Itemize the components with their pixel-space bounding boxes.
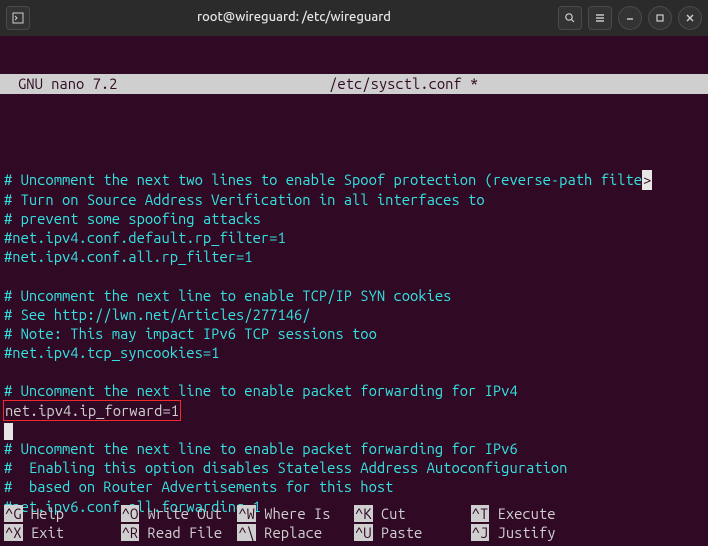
code-line: # Uncomment the next line to enable pack… [4,439,708,458]
help-cut[interactable]: ^K Cut [354,504,471,523]
help-whereis[interactable]: ^W Where Is [237,504,354,523]
terminal-icon [12,12,24,24]
window-title: root@wireguard: /etc/wireguard [36,8,552,27]
minimize-icon [625,13,635,23]
code-line: # See http://lwn.net/Articles/277146/ [4,305,708,324]
terminal-area[interactable]: GNU nano 7.2 /etc/sysctl.conf * # Uncomm… [0,36,708,546]
code-line: # Uncomment the next line to enable TCP/… [4,286,708,305]
help-exit[interactable]: ^X Exit [4,523,121,542]
line-continuation-indicator: > [642,170,652,189]
highlighted-line: net.ipv4.ip_forward=1 [4,401,708,420]
code-line: # based on Router Advertisements for thi… [4,477,708,496]
maximize-button[interactable] [648,6,672,30]
help-execute[interactable]: ^T Execute [471,504,588,523]
nano-help-bar: ^G Help ^O Write Out ^W Where Is ^K Cut … [4,504,704,542]
search-icon [564,12,576,24]
nano-name: GNU nano 7.2 [0,74,117,93]
help-paste[interactable]: ^U Paste [354,523,471,542]
code-line: # prevent some spoofing attacks [4,209,708,228]
help-help[interactable]: ^G Help [4,504,121,523]
minimize-button[interactable] [618,6,642,30]
help-justify[interactable]: ^J Justify [471,523,588,542]
hamburger-icon [594,12,606,24]
code-line: # Uncomment the next two lines to enable… [4,170,708,189]
cursor-line [4,420,708,439]
new-tab-button[interactable] [6,6,30,30]
help-writeout[interactable]: ^O Write Out [121,504,238,523]
search-button[interactable] [558,6,582,30]
maximize-icon [655,13,665,23]
close-button[interactable] [678,6,702,30]
code-line: # Turn on Source Address Verification in… [4,190,708,209]
code-line: #net.ipv4.tcp_syncookies=1 [4,343,708,362]
code-line: # Enabling this option disables Stateles… [4,458,708,477]
editor-content[interactable]: # Uncomment the next two lines to enable… [0,132,708,546]
code-line: # Note: This may impact IPv6 TCP session… [4,324,708,343]
nano-header: GNU nano 7.2 /etc/sysctl.conf * [0,74,708,93]
window-titlebar: root@wireguard: /etc/wireguard [0,0,708,36]
text-cursor [4,423,13,440]
code-line: # Uncomment the next line to enable pack… [4,381,708,400]
help-readfile[interactable]: ^R Read File [121,523,238,542]
close-icon [685,13,695,23]
help-replace[interactable]: ^\ Replace [237,523,354,542]
nano-file: /etc/sysctl.conf * [117,74,690,93]
menu-button[interactable] [588,6,612,30]
code-line: #net.ipv4.conf.default.rp_filter=1 [4,228,708,247]
code-line: #net.ipv4.conf.all.rp_filter=1 [4,247,708,266]
